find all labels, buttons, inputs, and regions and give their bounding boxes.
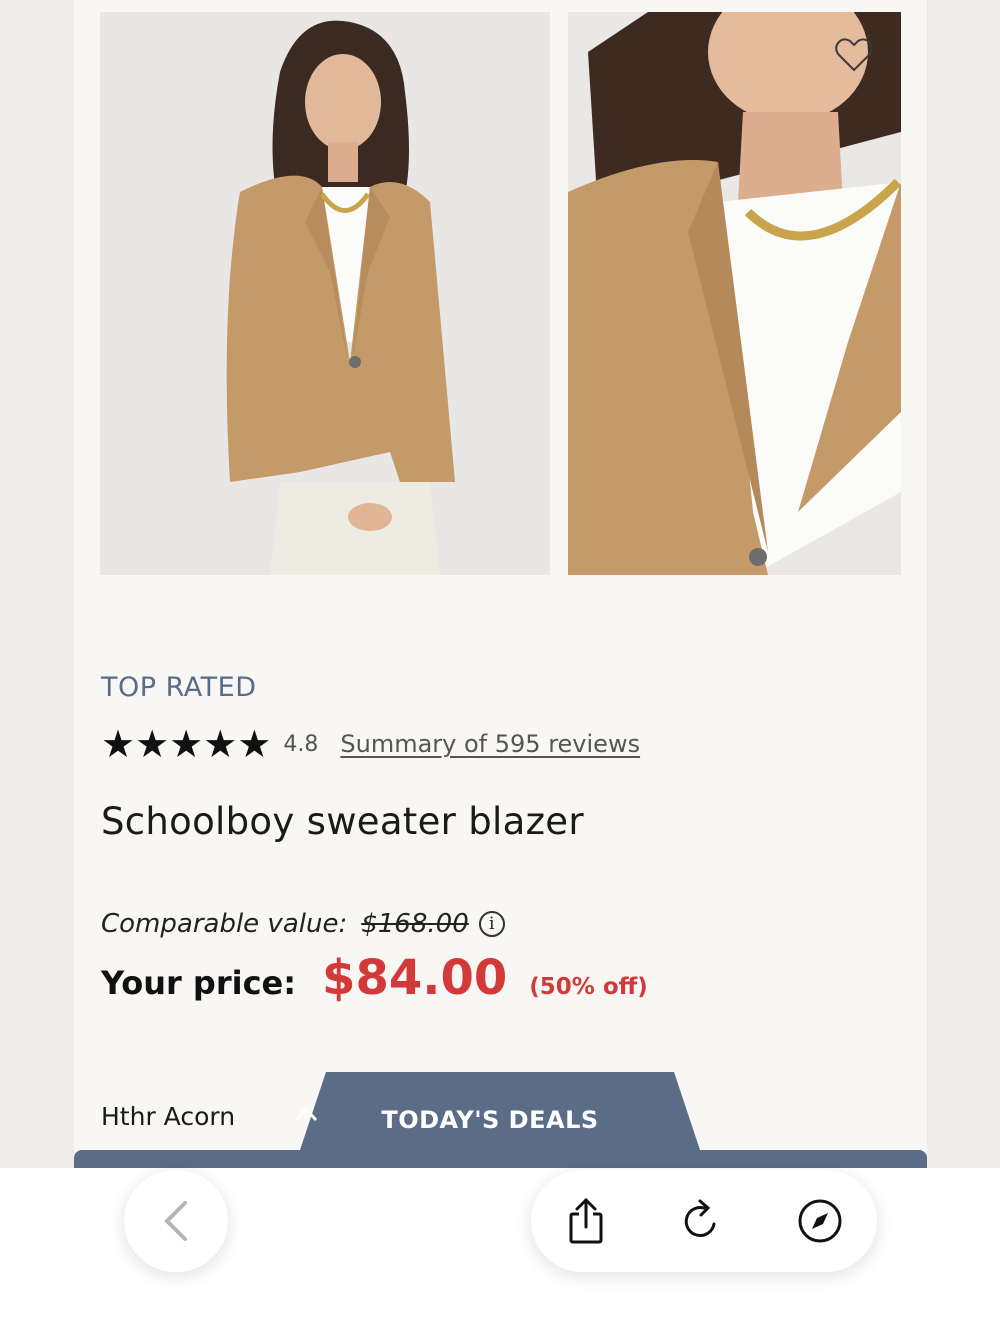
comparable-value-row: Comparable value: $168.00 i	[101, 909, 505, 939]
browser-tools	[531, 1170, 877, 1272]
product-photo-front[interactable]	[100, 12, 550, 575]
todays-deals-label: TODAY'S DEALS	[381, 1106, 599, 1134]
star-rating: ★ ★ ★ ★ ★	[101, 724, 271, 764]
share-icon	[569, 1197, 603, 1244]
price-label: Your price:	[101, 964, 297, 1002]
sale-price: $84.00	[322, 950, 508, 1006]
discount-label: (50% off)	[529, 974, 648, 1000]
star-icon: ★	[237, 722, 272, 766]
price-row: Your price: $84.00 (50% off)	[101, 950, 648, 1006]
product-photo-closeup[interactable]	[568, 12, 901, 575]
back-button[interactable]	[124, 1170, 228, 1272]
star-icon: ★	[101, 722, 136, 766]
reload-icon	[684, 1199, 716, 1237]
top-rated-badge: TOP RATED	[101, 672, 257, 703]
rating-row: ★ ★ ★ ★ ★ 4.8 Summary of 595 reviews	[101, 724, 640, 764]
share-button[interactable]	[561, 1196, 611, 1246]
product-page: TOP RATED ★ ★ ★ ★ ★ 4.8 Summary of 595 r…	[74, 0, 927, 1333]
heart-icon[interactable]	[833, 34, 875, 76]
star-icon: ★	[135, 722, 170, 766]
comparable-price: $168.00	[361, 909, 469, 939]
reviews-summary-link[interactable]: Summary of 595 reviews	[340, 730, 640, 758]
info-icon[interactable]: i	[478, 911, 505, 937]
reload-button[interactable]	[676, 1196, 726, 1246]
todays-deals-tab[interactable]: TODAY'S DEALS	[294, 1072, 706, 1168]
comparable-label: Comparable value:	[101, 909, 348, 939]
rating-value: 4.8	[283, 731, 319, 757]
compass-button[interactable]	[795, 1196, 845, 1246]
chevron-left-icon	[164, 1201, 187, 1241]
star-icon: ★	[203, 722, 238, 766]
product-title: Schoolboy sweater blazer	[101, 800, 584, 843]
selected-color-name: Hthr Acorn	[101, 1102, 236, 1131]
compass-icon	[798, 1199, 842, 1243]
star-icon: ★	[169, 722, 204, 766]
